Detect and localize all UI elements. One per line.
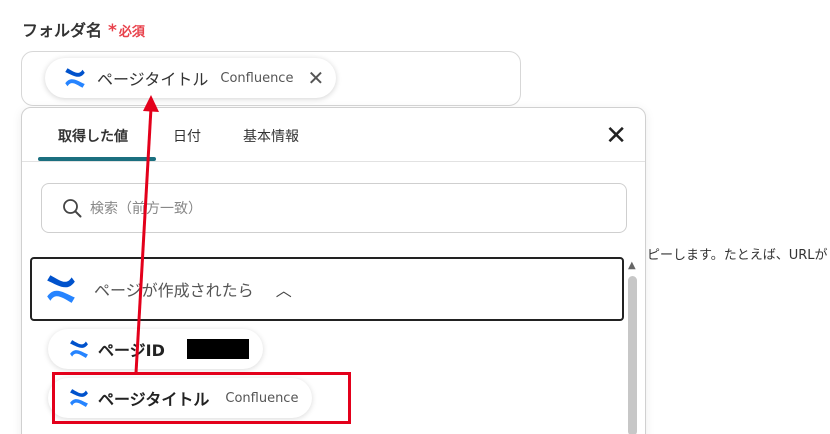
required-star: * [108,21,117,41]
list-item-title: ページID [98,341,165,360]
background-help-text: ピーします。たとえば、URLが [647,248,828,263]
confluence-icon [44,272,78,306]
active-tab-indicator [38,157,156,161]
field-label-row: フォルダ名 * 必須 [22,17,145,41]
close-icon[interactable]: ✕ [605,123,627,149]
tab-basic-info[interactable]: 基本情報 [243,126,299,146]
tab-date[interactable]: 日付 [173,126,201,146]
confluence-icon [63,66,87,90]
annotation-highlight-box [52,372,351,424]
search-placeholder: 検索（前方一致） [90,201,202,217]
search-input[interactable]: 検索（前方一致） [41,183,627,233]
chip-title: ページタイトル [97,70,209,89]
scroll-up-arrow-icon[interactable]: ▲ [628,260,636,271]
selected-value-chip[interactable]: ページタイトル Confluence ✕ [45,58,337,98]
group-title: ページが作成されたら [94,281,254,300]
tab-retrieved-values[interactable]: 取得した値 [58,126,128,146]
field-label: フォルダ名 [22,21,103,40]
scrollbar[interactable]: ▲ [627,258,639,434]
redacted-value [186,339,249,359]
tab-bar: 取得した値 日付 基本情報 ✕ [22,108,645,162]
chip-source: Confluence [220,70,294,86]
chip-remove-icon[interactable]: ✕ [307,68,324,88]
chevron-up-icon[interactable]: ︿ [276,277,292,301]
trigger-group-header[interactable]: ページが作成されたら ︿ [30,257,624,321]
list-item-page-id[interactable]: ページID [48,329,263,369]
scrollbar-thumb[interactable] [628,276,637,434]
confluence-icon [68,338,90,360]
required-text: 必須 [118,25,145,40]
required-indicator: * 必須 [108,21,145,41]
search-icon [62,198,82,218]
